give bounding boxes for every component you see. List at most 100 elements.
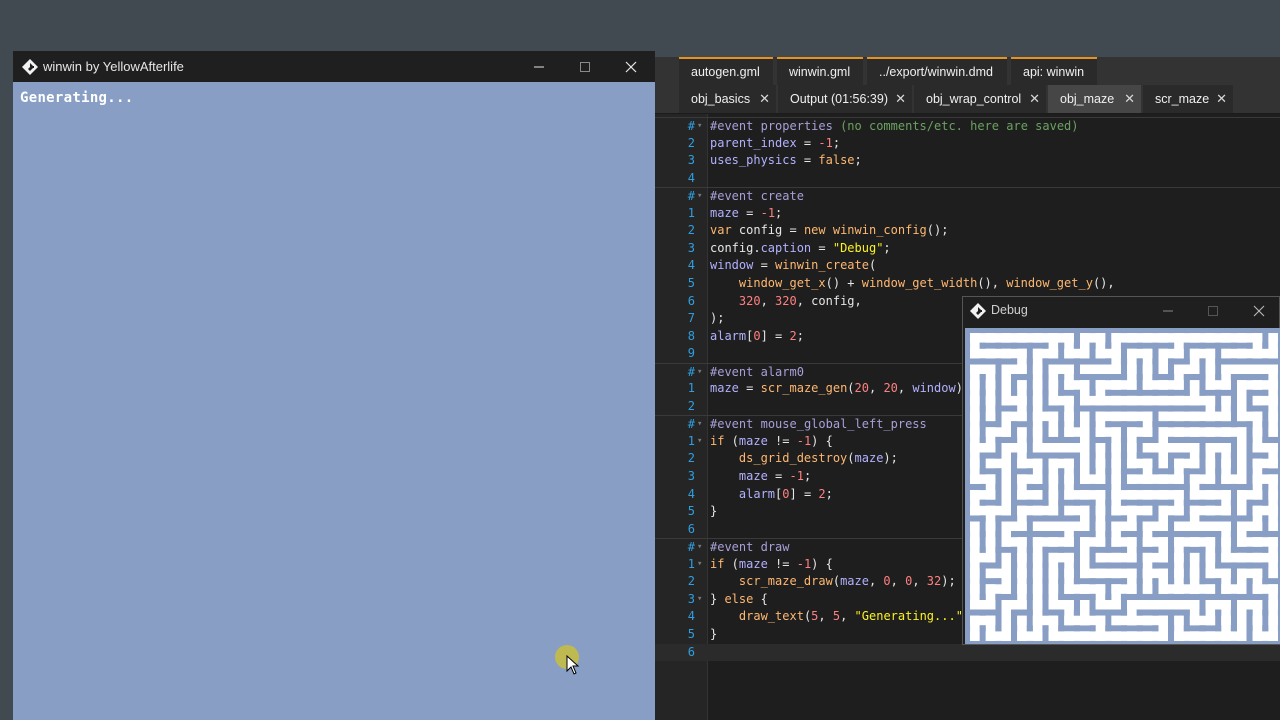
tab-api-winwin[interactable]: api: winwin: [1011, 57, 1097, 85]
tab-close-icon[interactable]: ✕: [1124, 85, 1135, 113]
tab-label: obj_wrap_control: [926, 92, 1022, 106]
tab-close-icon[interactable]: ✕: [1216, 85, 1227, 113]
close-button[interactable]: [608, 51, 654, 82]
fold-arrow-icon[interactable]: ▾: [697, 433, 702, 451]
tab-close-icon[interactable]: ✕: [759, 85, 770, 113]
line-number: 7: [687, 311, 695, 326]
code-text: maze = -1;: [710, 205, 782, 223]
code-line[interactable]: 4: [655, 170, 1280, 188]
code-token: {: [753, 591, 768, 606]
code-token: if: [710, 433, 725, 448]
code-token: 0: [782, 486, 790, 501]
code-token: scr_maze_draw: [738, 574, 833, 589]
tab-label: Output (01:56:39): [790, 92, 888, 106]
fold-arrow-icon[interactable]: ▾: [697, 364, 702, 382]
fold-arrow-icon[interactable]: ▾: [697, 188, 702, 206]
maze-path-segment: [1221, 348, 1247, 359]
fold-arrow-icon[interactable]: ▾: [697, 556, 702, 574]
code-token: (),: [977, 275, 1007, 290]
tab-obj-basics[interactable]: obj_basics ✕: [679, 85, 776, 113]
maximize-button[interactable]: [562, 51, 608, 82]
code-token: new: [803, 223, 826, 238]
tab-obj-maze[interactable]: obj_maze ✕: [1048, 85, 1141, 113]
code-token: );: [710, 311, 725, 326]
code-token: ) {: [811, 433, 833, 448]
code-token: ;: [775, 205, 783, 220]
code-token: uses_physics: [710, 153, 797, 168]
code-token: -1: [796, 433, 812, 448]
fold-arrow-icon[interactable]: ▾: [697, 539, 702, 557]
tab-scr-maze[interactable]: scr_maze ✕: [1143, 85, 1233, 113]
code-token: ,: [890, 574, 906, 589]
code-text: if (maze != -1) {: [710, 433, 833, 451]
code-token: maze: [738, 433, 768, 448]
line-number: 8: [687, 328, 695, 343]
code-token: ,: [818, 609, 833, 624]
code-token: );: [883, 451, 898, 466]
code-line[interactable]: 3 uses_physics = false;: [655, 152, 1280, 170]
tab-label: obj_maze: [1060, 92, 1115, 106]
fold-arrow-icon[interactable]: ▾: [697, 416, 702, 434]
code-text: }: [710, 626, 717, 644]
gamemaker-logo-icon: [970, 303, 986, 319]
code-line[interactable]: # ▾ #event properties (no comments/etc. he…: [655, 117, 1280, 135]
code-token: window_get_x: [738, 275, 826, 290]
maze-path-segment: [1237, 490, 1247, 516]
tab-autogen-gml[interactable]: autogen.gml: [679, 57, 773, 85]
line-number: 5: [687, 504, 695, 519]
maze-path-segment: [1017, 615, 1027, 641]
maze-canvas[interactable]: [965, 328, 1280, 644]
code-text: maze = -1;: [710, 468, 811, 486]
code-token: alarm0: [760, 364, 804, 379]
maze-path-segment: [985, 395, 996, 422]
fold-arrow-icon[interactable]: ▾: [697, 591, 702, 609]
code-line[interactable]: 4 window = winwin_create(: [655, 257, 1280, 275]
tab-close-icon[interactable]: ✕: [1029, 85, 1040, 113]
maze-path-segment: [1268, 411, 1278, 437]
fold-arrow-icon[interactable]: ▾: [697, 118, 702, 136]
code-line[interactable]: 1 maze = -1;: [655, 205, 1280, 223]
maze-path-segment: [1032, 521, 1059, 531]
code-token: (: [847, 451, 855, 466]
tab-label: autogen.gml: [691, 65, 760, 79]
code-line[interactable]: 2 parent_index = -1;: [655, 135, 1280, 153]
minimize-button[interactable]: [516, 51, 562, 82]
tab-obj-wrap-control[interactable]: obj_wrap_control ✕: [914, 85, 1046, 113]
debug-minimize-button[interactable]: [1146, 297, 1190, 325]
debug-close-button[interactable]: [1237, 297, 1280, 325]
tab-output-01-56-39-[interactable]: Output (01:56:39) ✕: [778, 85, 912, 113]
code-token: ;: [854, 153, 862, 168]
code-token: =: [767, 469, 790, 483]
main-window-client-area[interactable]: Generating...: [13, 82, 655, 720]
code-text: var config = new winwin_config();: [710, 222, 948, 240]
debug-window: Debug: [962, 296, 1280, 645]
code-token: (: [832, 574, 841, 589]
maze-path-segment: [985, 568, 1011, 579]
maze-path-segment: [1048, 411, 1059, 437]
tab--export-winwin-dmd[interactable]: ../export/winwin.dmd: [867, 57, 1007, 85]
tab-winwin-gml[interactable]: winwin.gml: [777, 57, 863, 85]
code-token: =: [811, 240, 833, 255]
debug-window-titlebar[interactable]: Debug: [963, 297, 1280, 325]
code-line[interactable]: 6: [655, 643, 1280, 661]
code-line[interactable]: 5 window_get_x() + window_get_width(), w…: [655, 275, 1280, 293]
main-window-titlebar[interactable]: winwin by YellowAfterlife: [13, 51, 655, 82]
debug-maximize-button[interactable]: [1191, 297, 1235, 325]
maze-path-segment: [1189, 584, 1216, 594]
code-token: 0: [753, 328, 761, 343]
line-number: 6: [687, 521, 695, 536]
maze-background: [965, 328, 1280, 644]
code-token: 320: [738, 293, 761, 308]
line-number: 4: [687, 170, 695, 185]
tab-close-icon[interactable]: ✕: [895, 85, 906, 113]
code-line[interactable]: # ▾ #event create: [655, 187, 1280, 205]
code-line[interactable]: 3 config.caption = "Debug";: [655, 240, 1280, 258]
line-number: 9: [687, 346, 695, 361]
code-line[interactable]: 2 var config = new winwin_config();: [655, 222, 1280, 240]
code-token: !=: [767, 433, 797, 448]
code-token: window_get_y: [1006, 275, 1093, 290]
